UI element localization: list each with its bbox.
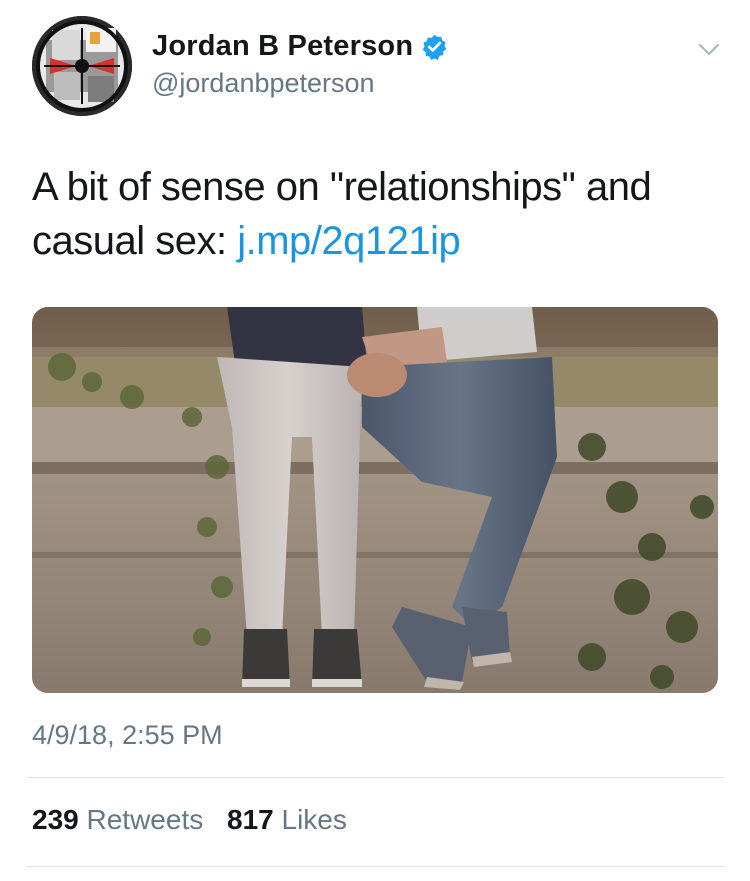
tweet-text: A bit of sense on "relationships" and ca… bbox=[32, 160, 722, 268]
avatar[interactable] bbox=[32, 16, 132, 116]
tweet-card: Jordan B Peterson @jordanbpeterson A bit… bbox=[0, 0, 750, 881]
tweet-media-image[interactable] bbox=[32, 307, 718, 693]
tweet-link[interactable]: j.mp/2q121ip bbox=[237, 219, 461, 263]
divider bbox=[26, 777, 724, 778]
author-handle[interactable]: @jordanbpeterson bbox=[152, 68, 375, 99]
divider bbox=[26, 866, 724, 867]
chevron-down-icon[interactable] bbox=[696, 36, 722, 62]
retweets-label: Retweets bbox=[86, 804, 204, 835]
display-name[interactable]: Jordan B Peterson bbox=[152, 30, 413, 63]
tweet-stats: 239 Retweets 817 Likes bbox=[32, 804, 363, 836]
couple-sitting-on-wall-image bbox=[32, 307, 718, 693]
likes-stat[interactable]: 817 Likes bbox=[227, 804, 347, 835]
likes-count: 817 bbox=[227, 804, 274, 835]
likes-label: Likes bbox=[281, 804, 347, 835]
retweets-stat[interactable]: 239 Retweets bbox=[32, 804, 203, 835]
retweets-count: 239 bbox=[32, 804, 79, 835]
tweet-timestamp[interactable]: 4/9/18, 2:55 PM bbox=[32, 720, 223, 751]
author-name-row[interactable]: Jordan B Peterson bbox=[152, 30, 448, 63]
maze-logo-icon bbox=[32, 16, 132, 116]
verified-badge-icon bbox=[423, 34, 447, 60]
